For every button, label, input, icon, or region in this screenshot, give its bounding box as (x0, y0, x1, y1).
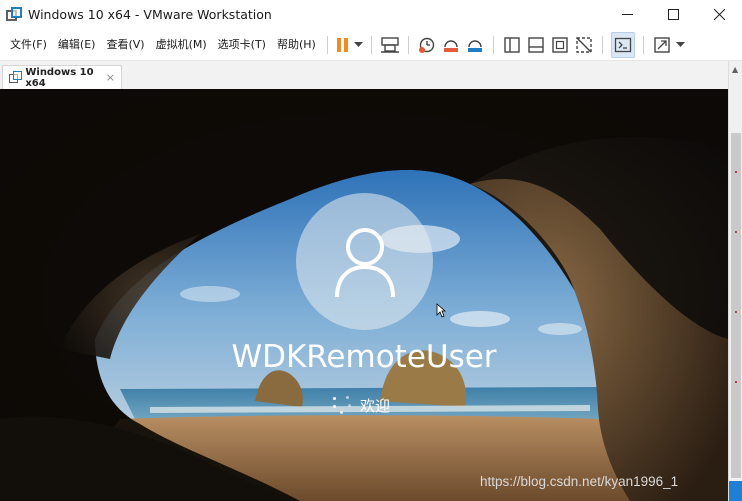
window-title: Windows 10 x64 - VMware Workstation (28, 7, 272, 22)
menu-tabs[interactable]: 选项卡(T) (212, 34, 271, 56)
toolbar-separator (407, 35, 409, 54)
scroll-marker (735, 381, 737, 383)
menu-help[interactable]: 帮助(H) (271, 34, 321, 56)
vm-icon (9, 71, 22, 84)
console-view-icon (614, 37, 631, 52)
loading-spinner-icon (330, 394, 352, 416)
send-ctrl-alt-del-button[interactable] (380, 32, 400, 58)
pause-button[interactable] (336, 32, 350, 58)
maximize-icon (667, 9, 679, 20)
library-view-button[interactable] (502, 32, 522, 58)
take-snapshot-button[interactable] (417, 32, 437, 58)
toolbar-separator (326, 35, 328, 54)
send-ctrl-alt-del-icon (380, 36, 399, 53)
user-name: WDKRemoteUser (231, 339, 497, 375)
user-icon (334, 227, 395, 297)
tab-close-icon[interactable]: × (106, 72, 115, 83)
dropdown-arrow-icon (675, 41, 685, 47)
scroll-highlight (729, 481, 742, 501)
menu-toolbar: 文件(F) 编辑(E) 查看(V) 虚拟机(M) 选项卡(T) 帮助(H) (0, 29, 742, 61)
stretch-dropdown-button[interactable] (675, 32, 685, 58)
revert-snapshot-button[interactable] (441, 32, 461, 58)
dropdown-arrow-icon (353, 41, 363, 47)
welcome-text: 欢迎 (360, 396, 391, 415)
menu-file[interactable]: 文件(F) (4, 34, 52, 56)
user-avatar[interactable] (296, 193, 433, 330)
revert-snapshot-icon (443, 39, 458, 52)
menu-view[interactable]: 查看(V) (100, 34, 149, 56)
toolbar-separator (601, 35, 603, 54)
scroll-marker (735, 171, 737, 173)
thumbnail-bar-icon (528, 36, 544, 53)
tab-label: Windows 10 x64 (25, 66, 94, 89)
mouse-pointer-icon (436, 303, 446, 318)
vm-console-screen[interactable]: WDKRemoteUser 欢迎 https://blog.csdn.net/k… (0, 89, 728, 501)
menu-vm[interactable]: 虚拟机(M) (150, 34, 212, 56)
stretch-guest-icon (654, 36, 670, 53)
toolbar-separator (370, 35, 372, 54)
thumbnail-bar-button[interactable] (526, 32, 546, 58)
snapshot-manager-button[interactable] (465, 32, 485, 58)
pause-icon (336, 37, 348, 52)
tab-windows-10-x64[interactable]: Windows 10 x64 × (2, 65, 122, 89)
power-dropdown-button[interactable] (353, 32, 363, 58)
full-screen-icon (552, 36, 568, 53)
scroll-thumb[interactable] (731, 133, 741, 478)
scroll-marker (735, 311, 737, 313)
title-bar: Windows 10 x64 - VMware Workstation (0, 0, 742, 29)
library-view-icon (504, 36, 520, 53)
toolbar-separator (642, 35, 644, 54)
snapshot-manager-icon (467, 39, 482, 52)
stretch-guest-button[interactable] (652, 32, 672, 58)
unity-icon (576, 36, 592, 53)
scroll-marker (735, 231, 737, 233)
maximize-button[interactable] (650, 0, 696, 29)
scroll-up-icon[interactable]: ▲ (732, 65, 738, 74)
vmware-app-icon (6, 6, 22, 23)
unity-button[interactable] (574, 32, 594, 58)
minimize-button[interactable] (604, 0, 650, 29)
close-button[interactable] (696, 0, 742, 29)
watermark: https://blog.csdn.net/kyan1996_1 (480, 474, 679, 489)
snapshot-icon (418, 37, 435, 53)
welcome-status: 欢迎 (330, 394, 390, 416)
minimize-icon (621, 14, 633, 15)
menu-edit[interactable]: 编辑(E) (52, 34, 101, 56)
toolbar-separator (492, 35, 494, 54)
close-icon (713, 9, 725, 20)
tab-strip: Windows 10 x64 × (0, 61, 728, 89)
console-view-button[interactable] (610, 31, 635, 58)
vertical-scrollbar[interactable]: ▲ (728, 61, 742, 501)
full-screen-button[interactable] (550, 32, 570, 58)
